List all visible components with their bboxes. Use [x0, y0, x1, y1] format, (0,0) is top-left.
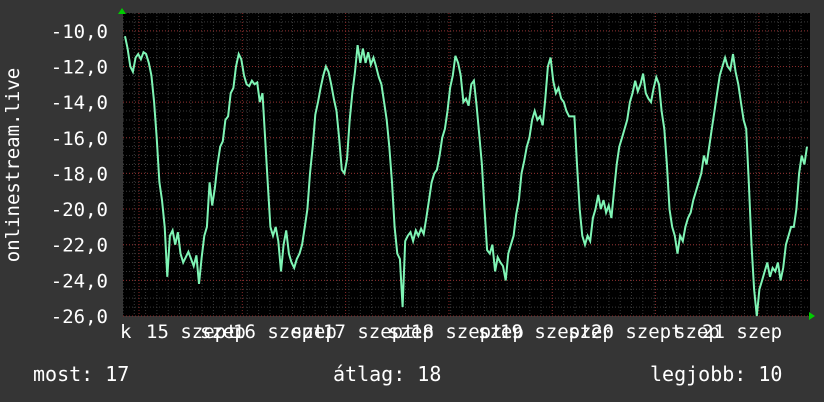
- stat-current: most: 17: [33, 362, 130, 386]
- y-axis-ticks: -10,0 -12,0 -14,0 -16,0 -18,0 -20,0 -22,0 -24,0…: [51, 21, 108, 328]
- y-tick-label: -10,0: [51, 21, 108, 43]
- y-tick-label: -12,0: [51, 56, 108, 78]
- x-tick-label: k: [120, 321, 132, 343]
- x-tick-label: 21 szep: [702, 321, 782, 343]
- y-axis-label: onlinestream.live: [2, 68, 24, 262]
- chart: -10,0 -12,0 -14,0 -16,0 -18,0 -20,0 -22,0 -24,0…: [2, 8, 815, 343]
- y-tick-label: -16,0: [51, 128, 108, 150]
- y-tick-label: -26,0: [51, 306, 108, 328]
- y-tick-label: -22,0: [51, 235, 108, 257]
- x-tick-label: 20 szept: [591, 321, 683, 343]
- y-tick-label: -14,0: [51, 92, 108, 114]
- stat-best: legjobb: 10: [650, 362, 783, 386]
- x-axis-arrow-icon: [809, 312, 815, 320]
- y-tick-label: -24,0: [51, 270, 108, 292]
- y-axis-arrow-icon: [118, 8, 126, 14]
- x-axis-ticks: k 15 szeptszep16 szeptszep17 szeptszep18 …: [120, 321, 782, 343]
- stat-average: átlag: 18: [333, 362, 442, 386]
- y-tick-label: -18,0: [51, 163, 108, 185]
- y-tick-label: -20,0: [51, 199, 108, 221]
